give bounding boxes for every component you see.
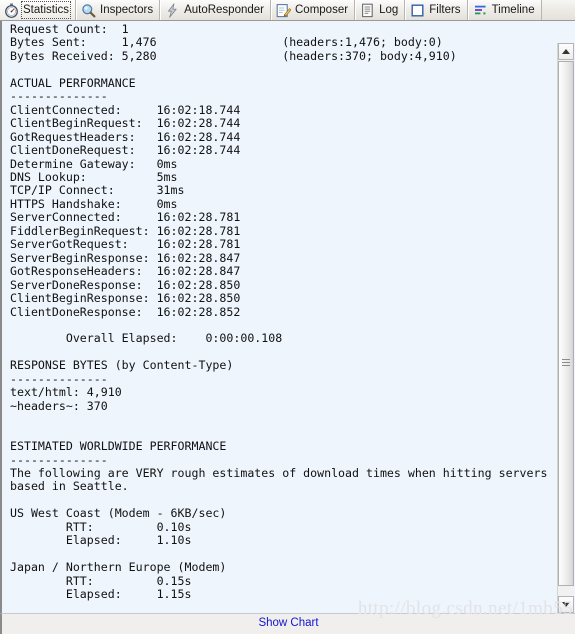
tab-composer-label: Composer: [295, 4, 349, 16]
statistics-panel[interactable]: Request Count: 1 Bytes Sent: 1,476 (head…: [0, 21, 575, 613]
magnifier-icon: [81, 3, 96, 18]
tab-autoresponder-label: AutoResponder: [184, 4, 264, 16]
scroll-down-button[interactable]: [558, 596, 574, 613]
scrollbar-thumb[interactable]: [558, 61, 574, 586]
statistics-footer: Show Chart: [0, 613, 575, 634]
vertical-scrollbar[interactable]: [557, 43, 574, 613]
tab-filters-label: Filters: [429, 4, 461, 16]
tab-log[interactable]: Log: [355, 0, 406, 20]
chevron-up-icon: [562, 49, 570, 54]
document-icon: [360, 3, 375, 18]
tab-timeline[interactable]: Timeline: [467, 0, 542, 20]
tab-inspectors-label: Inspectors: [100, 4, 154, 16]
tab-composer[interactable]: Composer: [271, 0, 356, 20]
tab-log-label: Log: [379, 4, 399, 16]
statistics-report-text: Request Count: 1 Bytes Sent: 1,476 (head…: [10, 22, 548, 602]
tab-statistics[interactable]: Statistics: [0, 0, 77, 20]
show-chart-link[interactable]: Show Chart: [2, 617, 575, 629]
tab-timeline-label: Timeline: [491, 4, 535, 16]
chevron-down-icon: [562, 602, 570, 607]
pencil-note-icon: [276, 3, 291, 18]
scrollbar-grip-icon: [562, 359, 570, 368]
tab-filters[interactable]: Filters: [405, 0, 468, 20]
tab-autoresponder[interactable]: AutoResponder: [160, 0, 271, 20]
stopwatch-icon: [4, 3, 19, 18]
timeline-icon: [473, 3, 488, 18]
tab-strip: Statistics Inspectors AutoResponder Comp…: [0, 0, 575, 21]
lightning-icon: [165, 2, 180, 18]
tab-statistics-label: Statistics: [20, 1, 72, 19]
scroll-up-button[interactable]: [558, 43, 574, 60]
tab-inspectors[interactable]: Inspectors: [76, 0, 161, 20]
square-icon: [410, 3, 425, 18]
